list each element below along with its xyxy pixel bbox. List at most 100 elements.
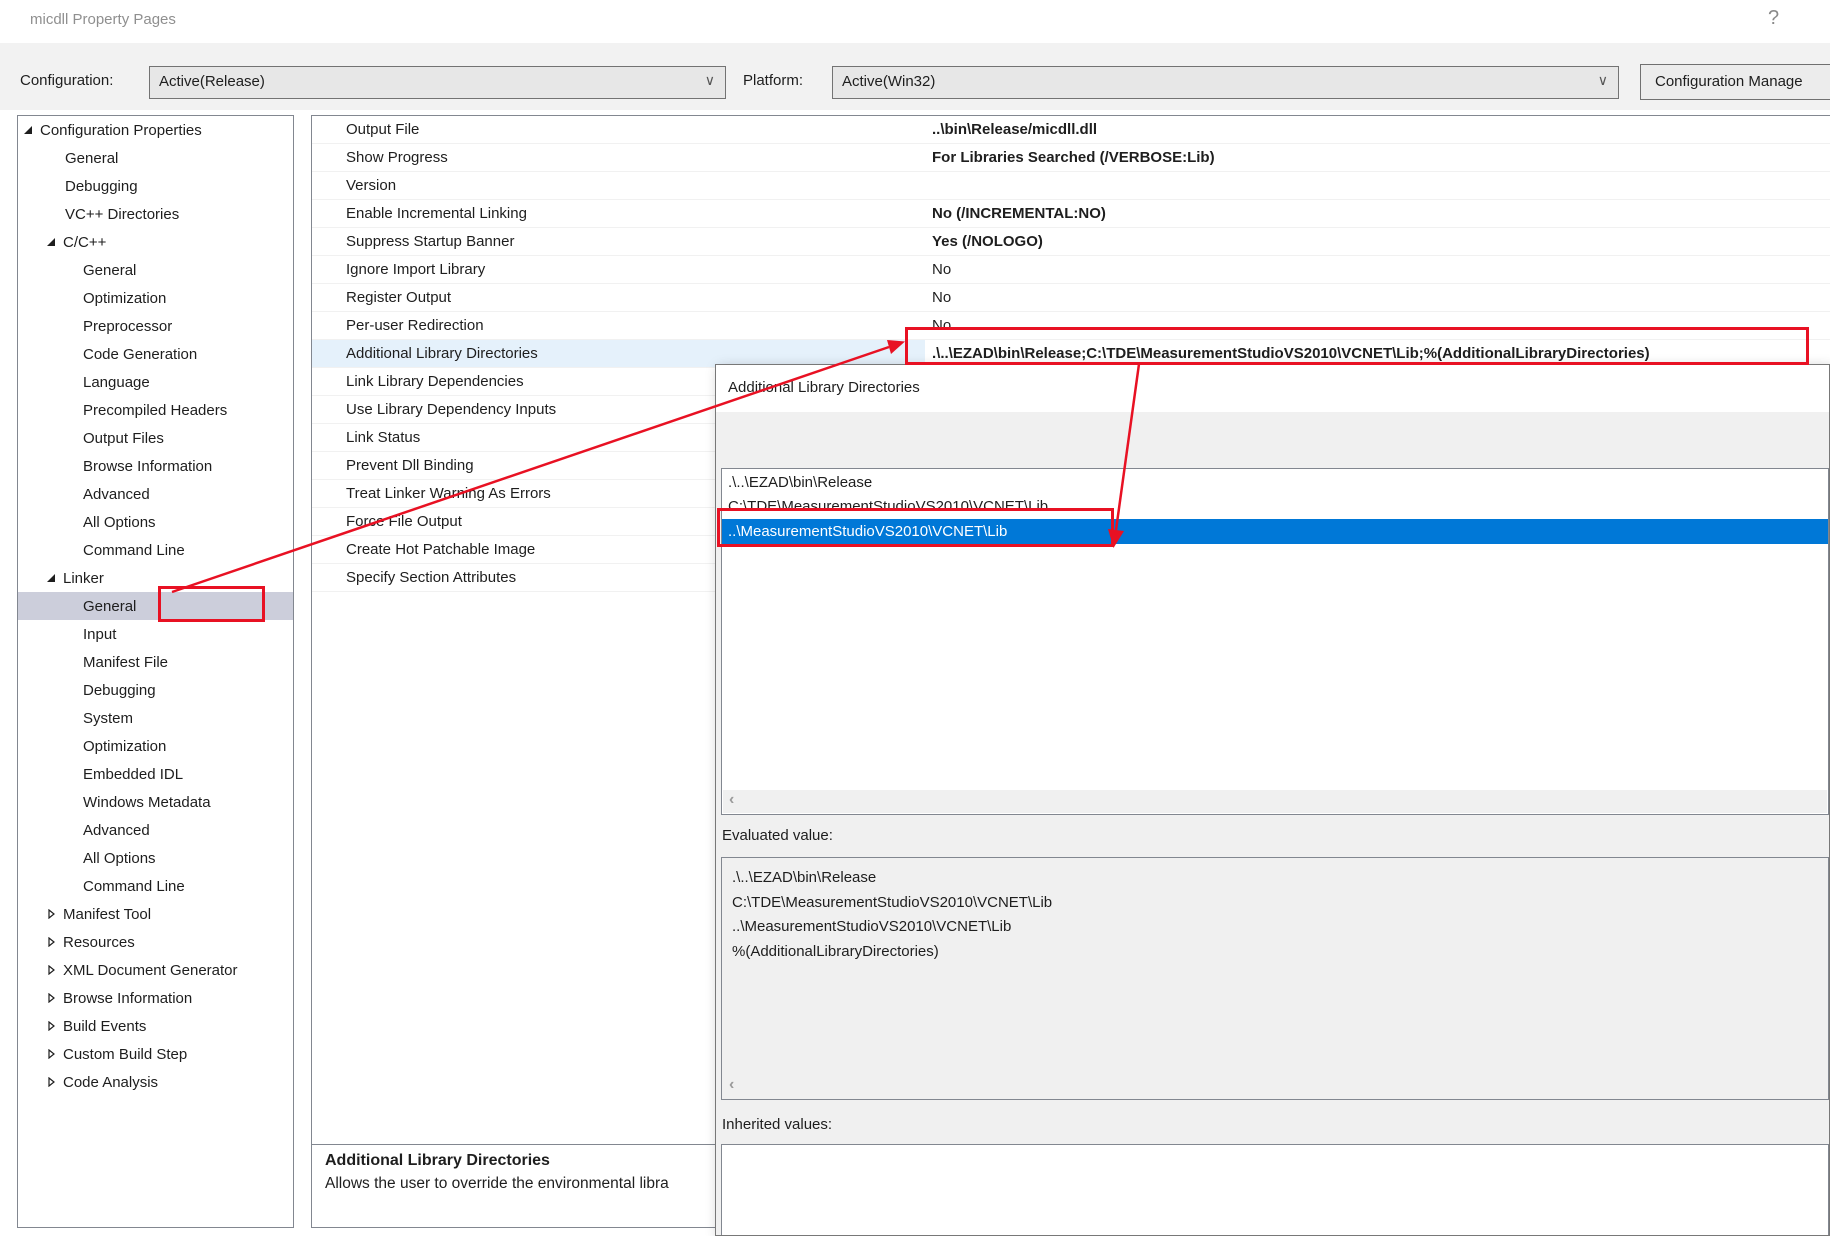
evaluated-value-line: ..\MeasurementStudioVS2010\VCNET\Lib (732, 915, 1828, 940)
sidebar-item-label: Optimization (82, 290, 166, 307)
configuration-manager-button[interactable]: Configuration Manage (1640, 64, 1830, 100)
sidebar-item-language[interactable]: Language (18, 368, 293, 396)
property-row-ignore-import-library[interactable]: Ignore Import LibraryNo (312, 256, 1830, 284)
scroll-left-icon[interactable]: ‹ (729, 1076, 734, 1094)
configuration-dropdown[interactable]: Active(Release) ∨ (149, 66, 726, 99)
property-value[interactable] (925, 172, 1830, 199)
sidebar-item-preprocessor[interactable]: Preprocessor (18, 312, 293, 340)
sidebar-item-label: Build Events (62, 1018, 146, 1035)
sidebar-item-command-line[interactable]: Command Line (18, 536, 293, 564)
dialog-title: Additional Library Directories (728, 379, 920, 396)
property-row-enable-incremental-linking[interactable]: Enable Incremental LinkingNo (/INCREMENT… (312, 200, 1830, 228)
expander-collapsed-icon[interactable] (46, 1077, 62, 1087)
directories-listbox: .\..\EZAD\bin\ReleaseC:\TDE\MeasurementS… (721, 468, 1829, 815)
property-value[interactable]: .\..\EZAD\bin\Release;C:\TDE\Measurement… (925, 340, 1830, 367)
sidebar-item-browse-information[interactable]: Browse Information (18, 984, 293, 1012)
property-row-output-file[interactable]: Output File..\bin\Release/micdll.dll (312, 116, 1830, 144)
directory-list-item-selected[interactable]: ..\MeasurementStudioVS2010\VCNET\Lib (722, 519, 1828, 544)
sidebar-item-all-options[interactable]: All Options (18, 844, 293, 872)
property-value[interactable]: No (/INCREMENTAL:NO) (925, 200, 1830, 227)
sidebar-item-system[interactable]: System (18, 704, 293, 732)
sidebar-item-browse-information[interactable]: Browse Information (18, 452, 293, 480)
evaluated-value-line: %(AdditionalLibraryDirectories) (732, 940, 1828, 965)
sidebar-item-precompiled-headers[interactable]: Precompiled Headers (18, 396, 293, 424)
sidebar-item-xml-document-generator[interactable]: XML Document Generator (18, 956, 293, 984)
expander-collapsed-icon[interactable] (46, 937, 62, 947)
property-value[interactable]: No (925, 256, 1830, 283)
expander-collapsed-icon[interactable] (46, 909, 62, 919)
sidebar-item-label: C/C++ (62, 234, 106, 251)
sidebar-item-custom-build-step[interactable]: Custom Build Step (18, 1040, 293, 1068)
sidebar-item-label: VC++ Directories (64, 206, 179, 223)
help-icon[interactable]: ? (1768, 7, 1779, 30)
property-name: Suppress Startup Banner (312, 228, 925, 255)
sidebar-item-general[interactable]: General (18, 144, 293, 172)
sidebar-item-command-line[interactable]: Command Line (18, 872, 293, 900)
sidebar-item-windows-metadata[interactable]: Windows Metadata (18, 788, 293, 816)
sidebar-item-configuration-properties[interactable]: Configuration Properties (18, 116, 293, 144)
directory-list-item[interactable]: .\..\EZAD\bin\Release (722, 471, 1828, 495)
sidebar-item-debugging[interactable]: Debugging (18, 172, 293, 200)
listbox-horizontal-scrollbar[interactable]: ‹ (723, 790, 1827, 813)
sidebar-item-c-c-[interactable]: C/C++ (18, 228, 293, 256)
property-name: Register Output (312, 284, 925, 311)
dialog-title-bar[interactable]: Additional Library Directories (716, 365, 1829, 412)
evaluated-value-box: .\..\EZAD\bin\ReleaseC:\TDE\MeasurementS… (721, 857, 1829, 1100)
evaluated-value-label: Evaluated value: (722, 827, 833, 844)
expander-collapsed-icon[interactable] (46, 965, 62, 975)
sidebar-item-linker[interactable]: Linker (18, 564, 293, 592)
sidebar-item-optimization[interactable]: Optimization (18, 284, 293, 312)
platform-dropdown[interactable]: Active(Win32) ∨ (832, 66, 1619, 99)
additional-library-directories-dialog: Additional Library Directories .\..\EZAD… (715, 364, 1830, 1236)
property-row-suppress-startup-banner[interactable]: Suppress Startup BannerYes (/NOLOGO) (312, 228, 1830, 256)
sidebar-item-label: Resources (62, 934, 135, 951)
sidebar-item-advanced[interactable]: Advanced (18, 816, 293, 844)
property-row-version[interactable]: Version (312, 172, 1830, 200)
scroll-left-icon[interactable]: ‹ (729, 791, 734, 809)
property-row-register-output[interactable]: Register OutputNo (312, 284, 1830, 312)
sidebar-item-label: Manifest Tool (62, 906, 151, 923)
sidebar-item-all-options[interactable]: All Options (18, 508, 293, 536)
sidebar-item-label: Advanced (82, 486, 150, 503)
property-row-per-user-redirection[interactable]: Per-user RedirectionNo (312, 312, 1830, 340)
property-value[interactable]: ..\bin\Release/micdll.dll (925, 116, 1830, 143)
sidebar-item-code-analysis[interactable]: Code Analysis (18, 1068, 293, 1096)
sidebar-item-general[interactable]: General (18, 256, 293, 284)
sidebar-item-manifest-file[interactable]: Manifest File (18, 648, 293, 676)
sidebar-item-label: Browse Information (82, 458, 212, 475)
sidebar-item-debugging[interactable]: Debugging (18, 676, 293, 704)
evaluated-horizontal-scrollbar[interactable]: ‹ (723, 1075, 1827, 1098)
sidebar-item-label: General (64, 150, 118, 167)
sidebar-item-output-files[interactable]: Output Files (18, 424, 293, 452)
sidebar-item-resources[interactable]: Resources (18, 928, 293, 956)
sidebar-item-manifest-tool[interactable]: Manifest Tool (18, 900, 293, 928)
expander-collapsed-icon[interactable] (46, 1021, 62, 1031)
property-row-show-progress[interactable]: Show ProgressFor Libraries Searched (/VE… (312, 144, 1830, 172)
expander-collapsed-icon[interactable] (46, 993, 62, 1003)
property-name: Per-user Redirection (312, 312, 925, 339)
property-value[interactable]: No (925, 312, 1830, 339)
property-value[interactable]: For Libraries Searched (/VERBOSE:Lib) (925, 144, 1830, 171)
sidebar-item-general[interactable]: General (18, 592, 293, 620)
expander-expanded-icon[interactable] (23, 125, 39, 135)
sidebar-item-build-events[interactable]: Build Events (18, 1012, 293, 1040)
expander-expanded-icon[interactable] (46, 237, 62, 247)
platform-label: Platform: (743, 72, 803, 89)
sidebar-item-advanced[interactable]: Advanced (18, 480, 293, 508)
expander-collapsed-icon[interactable] (46, 1049, 62, 1059)
sidebar-item-vc-directories[interactable]: VC++ Directories (18, 200, 293, 228)
evaluated-value-line: .\..\EZAD\bin\Release (732, 866, 1828, 891)
sidebar-item-label: XML Document Generator (62, 962, 238, 979)
sidebar-item-embedded-idl[interactable]: Embedded IDL (18, 760, 293, 788)
configuration-band: Configuration: Active(Release) ∨ Platfor… (0, 43, 1830, 110)
sidebar-item-optimization[interactable]: Optimization (18, 732, 293, 760)
sidebar-item-input[interactable]: Input (18, 620, 293, 648)
sidebar-item-code-generation[interactable]: Code Generation (18, 340, 293, 368)
sidebar-item-label: Linker (62, 570, 104, 587)
property-value[interactable]: No (925, 284, 1830, 311)
configuration-manager-label: Configuration Manage (1655, 73, 1803, 90)
sidebar-item-label: Optimization (82, 738, 166, 755)
expander-expanded-icon[interactable] (46, 573, 62, 583)
property-value[interactable]: Yes (/NOLOGO) (925, 228, 1830, 255)
directory-list-item[interactable]: C:\TDE\MeasurementStudioVS2010\VCNET\Lib (722, 495, 1828, 519)
